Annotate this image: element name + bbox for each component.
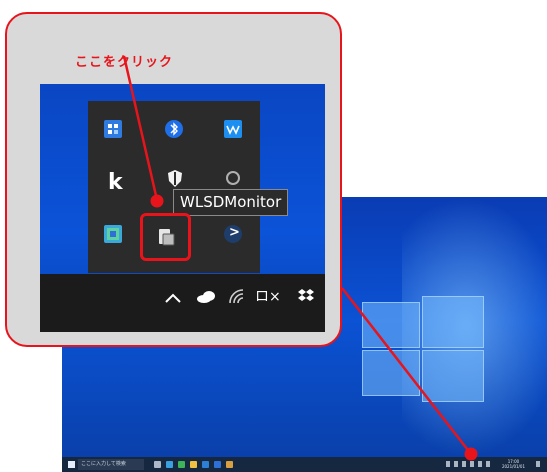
pointer-dot-taskbar (464, 447, 478, 461)
pointer-dot-icon (150, 194, 164, 208)
pointer-line-label (122, 55, 159, 201)
annotation-overlay (122, 55, 478, 461)
pointer-line-taskbar (341, 287, 472, 455)
